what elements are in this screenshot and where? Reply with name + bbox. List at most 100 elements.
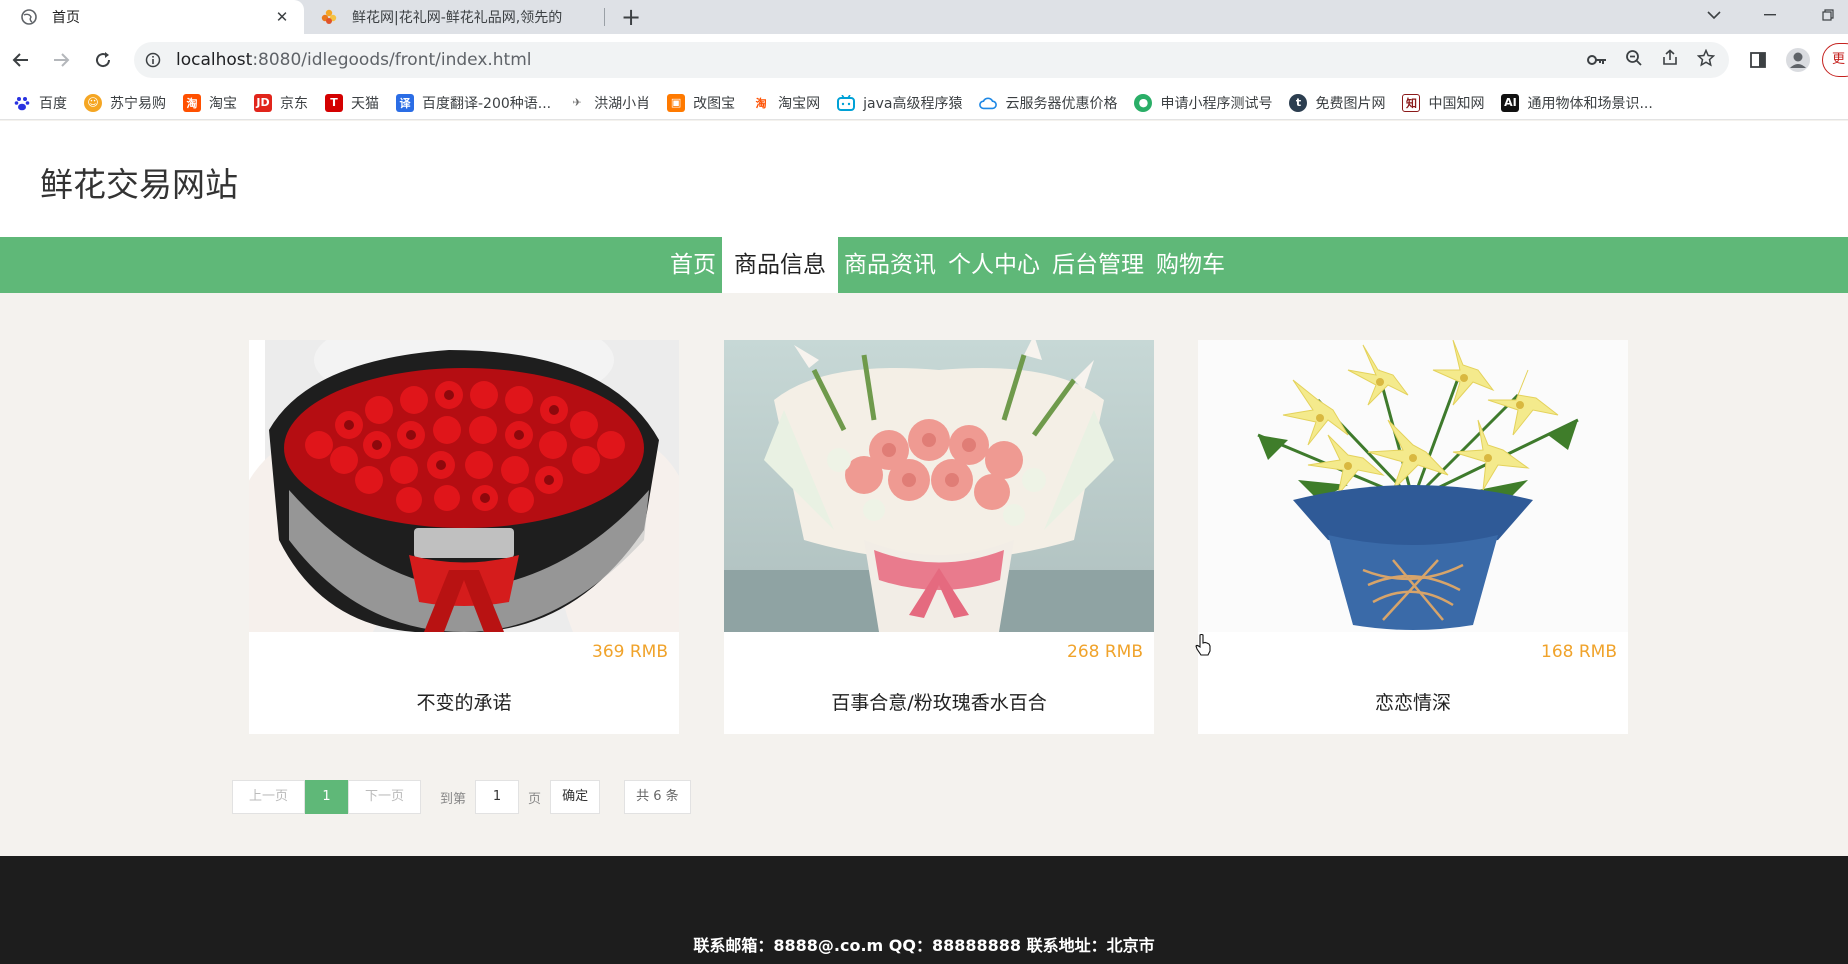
nav-personal-center[interactable]: 个人中心 [942, 237, 1046, 293]
update-chip[interactable]: 更 [1822, 43, 1848, 77]
product-card[interactable]: 369 RMB 不变的承诺 [249, 340, 679, 734]
url-host: localhost [176, 50, 253, 70]
tab-title: 鲜花网|花礼网-鲜花礼品网,领先的 [352, 10, 563, 26]
tab-home[interactable]: 首页 ✕ [0, 0, 304, 34]
side-panel-icon[interactable] [1744, 46, 1772, 74]
bookmark-tmall[interactable]: T 天猫 [325, 93, 379, 113]
bookmark-label: 苏宁易购 [110, 95, 166, 112]
bookmark-label: 淘宝网 [778, 95, 821, 112]
taobao-icon: 淘 [755, 96, 767, 110]
page-unit-label: 页 [528, 791, 542, 807]
bookmark-label: 百度翻译-200种语... [422, 95, 552, 112]
close-tab-icon[interactable]: ✕ [272, 7, 292, 27]
nav-news[interactable]: 商品资讯 [838, 237, 942, 293]
new-tab-button[interactable]: + [618, 3, 644, 31]
site-footer: 联系邮箱：8888@.co.m QQ：88888888 联系地址：北京市 [0, 856, 1848, 964]
goto-label: 到第 [440, 791, 467, 807]
product-name[interactable]: 恋恋情深 [1198, 688, 1628, 715]
t-icon: t [1289, 93, 1308, 112]
product-image[interactable] [1198, 340, 1628, 632]
hand-cursor-icon [1195, 634, 1211, 656]
zoom-icon[interactable] [1625, 49, 1643, 71]
bookmark-honghu[interactable]: ✈ 洪湖小肖 [568, 93, 651, 113]
page-1-button[interactable]: 1 [305, 780, 349, 814]
bookmark-label: 申请小程序测试号 [1160, 95, 1273, 112]
bookmark-jd[interactable]: JD 京东 [254, 93, 308, 113]
nav-admin[interactable]: 后台管理 [1046, 237, 1150, 293]
tab-divider [604, 8, 605, 26]
restore-icon[interactable] [1808, 0, 1848, 30]
main-nav: 首页 商品信息 商品资讯 个人中心 后台管理 购物车 [0, 237, 1848, 293]
forward-arrow-icon[interactable] [48, 47, 74, 73]
site-info-icon[interactable] [144, 51, 162, 69]
bookmark-free-images[interactable]: t 免费图片网 [1289, 93, 1385, 113]
share-icon[interactable] [1661, 49, 1679, 71]
bookmark-wechat[interactable]: ● 申请小程序测试号 [1134, 93, 1272, 113]
site-title: 鲜花交易网站 [40, 165, 238, 204]
key-icon[interactable] [1587, 51, 1607, 70]
address-bar[interactable]: localhost:8080/idlegoods/front/index.htm… [134, 42, 1729, 78]
reload-icon[interactable] [90, 47, 116, 73]
flower-favicon-icon [320, 8, 338, 26]
tab-strip: 首页 ✕ 鲜花网|花礼网-鲜花礼品网,领先的 + [0, 0, 1848, 34]
product-card[interactable]: 268 RMB 百事合意/粉玫瑰香水百合 [724, 340, 1154, 734]
bookmark-label: 免费图片网 [1315, 95, 1386, 112]
jd-icon: JD [254, 93, 272, 112]
bookmark-cloud[interactable]: 云服务器优惠价格 [979, 93, 1117, 113]
bookmarks-bar: 百度 ☺ 苏宁易购 淘淘宝 JD 京东 T 天猫 译百度翻译-200种语... ✈ 洪湖… [0, 86, 1848, 120]
bookmark-taobao-web[interactable]: 淘淘宝网 [752, 93, 821, 113]
baidu-paw-icon [13, 94, 31, 112]
ai-icon: AI [1501, 93, 1520, 112]
back-arrow-icon[interactable] [8, 47, 34, 73]
nav-products[interactable]: 商品信息 [722, 237, 838, 293]
bookmark-label: 改图宝 [693, 95, 736, 112]
browser-toolbar: localhost:8080/idlegoods/front/index.htm… [0, 34, 1848, 86]
product-card[interactable]: 168 RMB 恋恋情深 [1198, 340, 1628, 734]
tab-title: 首页 [52, 10, 80, 26]
gaitubao-icon: ▣ [667, 93, 686, 112]
product-image[interactable] [249, 340, 679, 632]
prev-page-button[interactable]: 上一页 [232, 780, 306, 814]
bookmark-label: 百度 [39, 95, 67, 112]
tab-flower-site[interactable]: 鲜花网|花礼网-鲜花礼品网,领先的 [304, 0, 604, 34]
product-name[interactable]: 不变的承诺 [249, 688, 679, 715]
profile-avatar-icon[interactable] [1784, 46, 1812, 74]
next-page-button[interactable]: 下一页 [348, 780, 422, 814]
bookmark-java[interactable]: java高级程序猿 [837, 93, 962, 113]
product-price: 369 RMB [592, 642, 668, 662]
page-number-input[interactable]: 1 [475, 780, 520, 814]
bookmark-label: 中国知网 [1428, 95, 1485, 112]
nav-cart[interactable]: 购物车 [1150, 237, 1231, 293]
footer-contact: 联系邮箱：8888@.co.m QQ：88888888 联系地址：北京市 [693, 936, 1155, 955]
bookmark-cnki[interactable]: 知中国知网 [1402, 93, 1484, 113]
product-price: 168 RMB [1541, 642, 1617, 662]
product-image[interactable] [724, 340, 1154, 632]
wechat-icon: ● [1134, 93, 1153, 112]
bookmark-baidu[interactable]: 百度 [13, 93, 67, 113]
baidu-translate-icon: 译 [396, 93, 414, 112]
cloud-icon [979, 94, 998, 112]
bookmark-taobao[interactable]: 淘淘宝 [183, 93, 237, 113]
bookmark-suning[interactable]: ☺ 苏宁易购 [84, 93, 166, 113]
bookmark-gaitubao[interactable]: ▣ 改图宝 [667, 93, 735, 113]
minimize-icon[interactable] [1750, 0, 1790, 30]
tab-search-chevron-icon[interactable] [1694, 0, 1734, 30]
bookmark-label: 云服务器优惠价格 [1005, 95, 1118, 112]
pagination: 上一页 1 下一页 到第 1 页 确定 共 6 条 [232, 780, 691, 814]
bookmark-baidu-translate[interactable]: 译百度翻译-200种语... [396, 93, 551, 113]
url-text: localhost:8080/idlegoods/front/index.htm… [176, 50, 532, 70]
star-bookmark-icon[interactable] [1696, 48, 1716, 71]
tmall-icon: T [325, 93, 343, 112]
confirm-page-button[interactable]: 确定 [550, 780, 601, 814]
product-price: 268 RMB [1067, 642, 1143, 662]
bird-icon: ✈ [572, 96, 582, 109]
nav-home[interactable]: 首页 [664, 237, 722, 293]
bilibili-icon [837, 94, 856, 112]
globe-icon [20, 8, 38, 26]
product-list: 369 RMB 不变的承诺 268 RMB 百事合意/粉玫瑰香水百合 168 R… [0, 293, 1848, 856]
product-name[interactable]: 百事合意/粉玫瑰香水百合 [724, 688, 1154, 715]
suning-lion-icon: ☺ [84, 93, 102, 112]
bookmark-label: 通用物体和场景识... [1527, 95, 1653, 112]
bookmark-ai-recognition[interactable]: AI 通用物体和场景识... [1501, 93, 1653, 113]
page-skip: 到第 1 页 确定 [431, 780, 601, 814]
